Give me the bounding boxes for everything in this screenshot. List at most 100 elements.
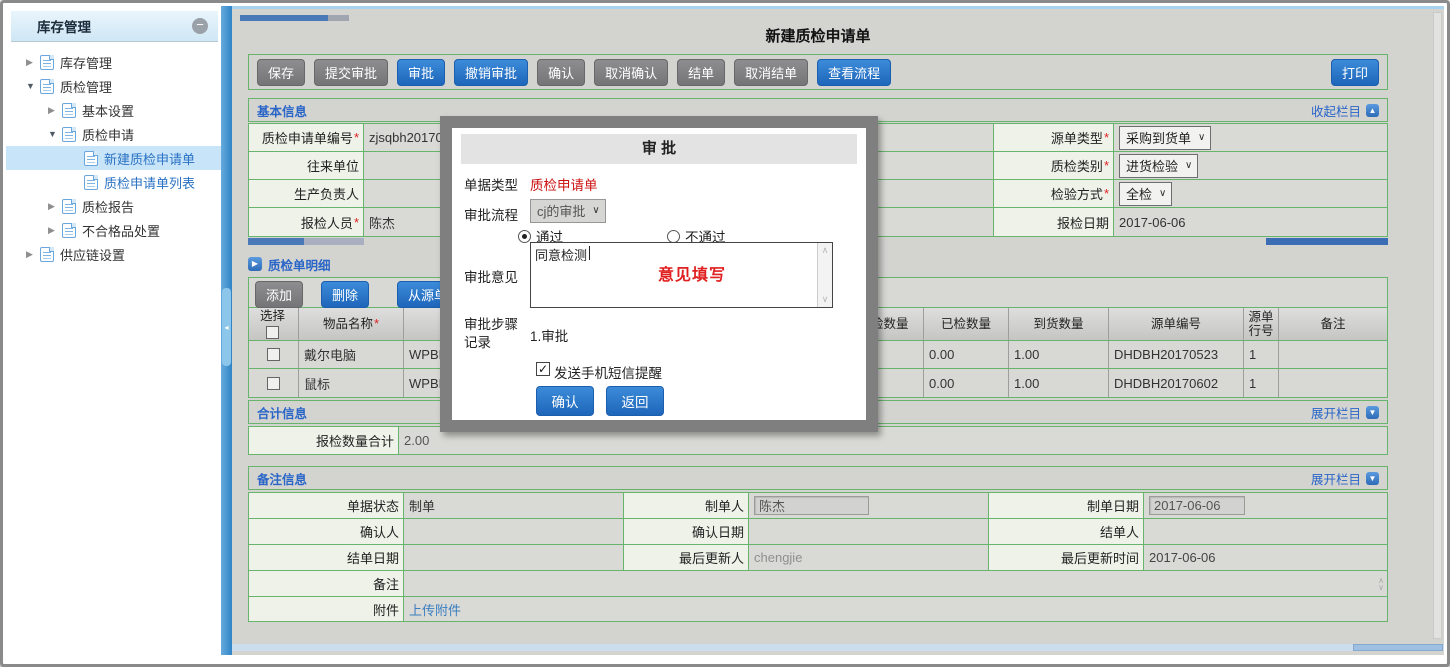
row-checkbox[interactable] xyxy=(267,377,280,390)
document-icon xyxy=(62,127,76,142)
chevron-right-icon[interactable]: ▶ xyxy=(48,201,62,212)
collapse-section-link[interactable]: 收起栏目▲ xyxy=(1311,101,1379,120)
textarea-scrollbar[interactable]: ∧∨ xyxy=(817,243,832,307)
remark-cell xyxy=(1279,341,1387,368)
source-line-cell: 1 xyxy=(1244,341,1279,368)
qc-category-select[interactable]: 进货检验∨ xyxy=(1119,154,1198,178)
sidebar-item-new-qc-apply[interactable]: 新建质检申请单 xyxy=(6,146,221,170)
sms-label: 发送手机短信提醒 xyxy=(554,362,662,382)
item-name-cell: 戴尔电脑 xyxy=(299,341,404,368)
field-label: 单据状态 xyxy=(347,496,399,515)
column-header: 源单编号 xyxy=(1151,317,1201,331)
inspect-method-select[interactable]: 全检∨ xyxy=(1119,182,1172,206)
chevron-right-icon[interactable]: ▶ xyxy=(26,249,40,260)
chevron-right-icon[interactable]: ▶ xyxy=(26,57,40,68)
opinion-textarea[interactable]: 同意检测 意见填写 ∧∨ xyxy=(530,242,833,308)
field-label: 备注 xyxy=(373,574,399,593)
dialog-confirm-button[interactable]: 确认 xyxy=(536,386,594,416)
source-type-select[interactable]: 采购到货单∨ xyxy=(1119,126,1211,150)
chevron-right-icon[interactable]: ▶ xyxy=(48,225,62,236)
source-no-cell: DHDBH20170602 xyxy=(1109,369,1244,397)
app-window: 库存管理 − ▶库存管理 ▼质检管理 ▶基本设置 ▼质检申请 新建质检申请单 质… xyxy=(0,0,1450,667)
section-title: 质检单明细 xyxy=(268,255,331,274)
row-checkbox[interactable] xyxy=(267,348,280,361)
field-label: 最后更新时间 xyxy=(1061,548,1139,567)
sms-checkbox[interactable]: ✓ xyxy=(536,362,550,376)
sidebar: 库存管理 − ▶库存管理 ▼质检管理 ▶基本设置 ▼质检申请 新建质检申请单 质… xyxy=(6,6,221,655)
column-header: 源单行号 xyxy=(1246,310,1276,339)
expand-down-icon[interactable]: ▼ xyxy=(1366,406,1379,419)
remark-header: 备注信息 展开栏目▼ xyxy=(248,466,1388,490)
dialog-back-button[interactable]: 返回 xyxy=(606,386,664,416)
expand-down-icon[interactable]: ▼ xyxy=(1366,472,1379,485)
document-icon xyxy=(40,247,54,262)
field-label: 源单类型 xyxy=(1051,128,1103,147)
cancel-close-order-button[interactable]: 取消结单 xyxy=(734,59,808,86)
cancel-confirm-button[interactable]: 取消确认 xyxy=(594,59,668,86)
scrollbar-thumb[interactable] xyxy=(240,15,328,21)
field-label: 附件 xyxy=(373,600,399,619)
column-header: 备注 xyxy=(1320,317,1345,331)
remark-textarea[interactable]: ∧∨ xyxy=(404,571,1387,596)
section-title: 备注信息 xyxy=(257,469,307,488)
field-label: 质检类别 xyxy=(1051,156,1103,175)
chevron-down-icon[interactable]: ▼ xyxy=(48,129,62,139)
field-label: 制单日期 xyxy=(1087,496,1139,515)
upload-attachment-link[interactable]: 上传附件 xyxy=(409,600,461,619)
column-header: 到货数量 xyxy=(1033,317,1083,331)
field-label: 报检日期 xyxy=(1057,213,1109,232)
field-label: 报检人员 xyxy=(301,213,353,232)
source-no-cell: DHDBH20170523 xyxy=(1109,341,1244,368)
steps-value: 1.审批 xyxy=(530,325,568,345)
approval-dialog-body: 审 批 单据类型 质检申请单 审批流程 cj的审批∨ 通过 不通过 审批意见 同… xyxy=(452,128,866,420)
save-button[interactable]: 保存 xyxy=(257,59,305,86)
closer-value xyxy=(1144,519,1387,544)
scrollbar-thumb[interactable] xyxy=(1353,644,1443,651)
section-marker-icon: ▶ xyxy=(248,257,262,271)
field-label: 检验方式 xyxy=(1051,184,1103,203)
confirm-button[interactable]: 确认 xyxy=(537,59,585,86)
opinion-text: 同意检测 xyxy=(535,245,587,264)
revoke-approval-button[interactable]: 撤销审批 xyxy=(454,59,528,86)
chevron-down-icon[interactable]: ▼ xyxy=(26,81,40,91)
sidebar-item-qc-apply-list[interactable]: 质检申请单列表 xyxy=(6,170,221,194)
sidebar-title: 库存管理 xyxy=(37,16,91,36)
approve-button[interactable]: 审批 xyxy=(397,59,445,86)
sidebar-item-supply-chain-settings[interactable]: ▶供应链设置 xyxy=(6,242,221,266)
expand-section-link[interactable]: 展开栏目▼ xyxy=(1311,469,1379,488)
collapse-sidebar-handle[interactable]: ◂ xyxy=(222,288,231,366)
submit-approval-button[interactable]: 提交审批 xyxy=(314,59,388,86)
add-row-button[interactable]: 添加 xyxy=(255,281,303,308)
sidebar-item-defective-handling[interactable]: ▶不合格品处置 xyxy=(6,218,221,242)
creator-readonly-field: 陈杰 xyxy=(754,496,869,515)
last-updater-value: chengjie xyxy=(749,545,989,570)
sidebar-item-basic-settings[interactable]: ▶基本设置 xyxy=(6,98,221,122)
select-all-checkbox[interactable] xyxy=(266,326,279,339)
scrollbar-thumb[interactable] xyxy=(248,238,304,245)
sidebar-item-qc-apply[interactable]: ▼质检申请 xyxy=(6,122,221,146)
remark-table: 单据状态 制单 制单人 陈杰 制单日期 2017-06-06 确认人 确认日期 … xyxy=(248,492,1388,622)
chevron-down-icon: ∨ xyxy=(592,205,599,216)
close-order-button[interactable]: 结单 xyxy=(677,59,725,86)
collapse-panel-icon[interactable]: − xyxy=(192,18,208,34)
field-label: 制单人 xyxy=(705,496,744,515)
sidebar-item-qc-report[interactable]: ▶质检报告 xyxy=(6,194,221,218)
sidebar-item-qc-mgmt[interactable]: ▼质检管理 xyxy=(6,74,221,98)
delete-row-button[interactable]: 删除 xyxy=(321,281,369,308)
chevron-right-icon[interactable]: ▶ xyxy=(48,105,62,116)
sidebar-item-inventory-mgmt[interactable]: ▶库存管理 xyxy=(6,50,221,74)
scrollbar-thumb[interactable] xyxy=(1266,238,1388,245)
section-title: 合计信息 xyxy=(257,403,307,422)
print-button[interactable]: 打印 xyxy=(1331,59,1379,86)
vertical-scrollbar-track[interactable] xyxy=(1433,12,1442,639)
sidebar-header: 库存管理 − xyxy=(11,11,218,42)
toolbar: 保存 提交审批 审批 撤销审批 确认 取消确认 结单 取消结单 查看流程 打印 xyxy=(248,54,1388,90)
sidebar-divider: ◂ xyxy=(221,6,232,655)
collapse-up-icon[interactable]: ▲ xyxy=(1366,104,1379,117)
expand-section-link[interactable]: 展开栏目▼ xyxy=(1311,403,1379,422)
view-flow-button[interactable]: 查看流程 xyxy=(817,59,891,86)
top-horizontal-scrollbar[interactable] xyxy=(240,15,349,21)
bottom-horizontal-scrollbar[interactable] xyxy=(232,644,1444,651)
chevron-down-icon: ∨ xyxy=(1185,160,1192,171)
approval-flow-select[interactable]: cj的审批∨ xyxy=(530,199,606,223)
